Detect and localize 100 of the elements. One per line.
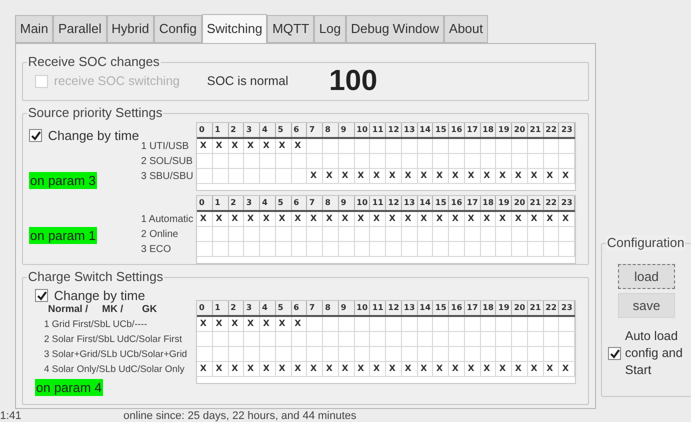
schedule-cell[interactable]: X — [418, 169, 434, 183]
schedule-cell[interactable]: X — [386, 362, 402, 376]
schedule-cell[interactable]: X — [212, 316, 228, 330]
schedule-cell[interactable]: X — [528, 212, 544, 226]
schedule-cell[interactable]: X — [276, 362, 292, 376]
schedule-cell[interactable]: X — [292, 362, 308, 376]
schedule-cell[interactable]: X — [480, 212, 496, 226]
schedule-cell[interactable]: X — [260, 316, 276, 330]
checkmark-icon — [36, 290, 46, 301]
checkbox[interactable] — [35, 289, 48, 302]
schedule-cell[interactable]: X — [354, 362, 370, 376]
schedule-cell[interactable]: X — [528, 362, 544, 376]
schedule-cell[interactable]: X — [197, 362, 213, 376]
schedule-cell[interactable]: X — [480, 362, 496, 376]
schedule-cell[interactable]: X — [496, 362, 512, 376]
schedule-cell[interactable]: X — [244, 139, 260, 153]
schedule-cell[interactable]: X — [386, 212, 402, 226]
schedule-cell[interactable]: X — [544, 212, 560, 226]
column-header: Normal / — [47, 303, 90, 316]
schedule-cell[interactable]: X — [544, 169, 560, 183]
schedule-cell[interactable]: X — [559, 362, 575, 376]
schedule-cell[interactable]: X — [449, 169, 465, 183]
schedule-cell[interactable]: X — [260, 139, 276, 153]
checkbox[interactable] — [608, 347, 621, 360]
schedule-cell[interactable]: X — [370, 362, 386, 376]
schedule-cell[interactable]: X — [292, 212, 308, 226]
schedule-cell[interactable]: X — [228, 362, 244, 376]
tab[interactable]: Debug Window — [346, 15, 444, 43]
schedule-cell[interactable]: X — [307, 362, 323, 376]
tab[interactable]: Log — [314, 15, 346, 43]
tab[interactable]: Config — [154, 15, 202, 43]
schedule-cell[interactable]: X — [323, 169, 339, 183]
schedule-cell[interactable]: X — [449, 362, 465, 376]
schedule-cell[interactable]: X — [464, 169, 480, 183]
schedule-cell[interactable]: X — [512, 169, 528, 183]
schedule-cell[interactable]: X — [496, 212, 512, 226]
schedule-cell[interactable]: X — [260, 212, 276, 226]
schedule-cell[interactable]: X — [228, 139, 244, 153]
schedule-cell[interactable]: X — [402, 169, 418, 183]
schedule-cell[interactable]: X — [402, 212, 418, 226]
schedule-cell[interactable]: X — [528, 169, 544, 183]
checkbox[interactable] — [29, 129, 42, 142]
tab[interactable]: About — [444, 15, 488, 43]
schedule-cell[interactable]: X — [370, 212, 386, 226]
schedule-cell[interactable]: X — [212, 362, 228, 376]
schedule-cell[interactable]: X — [244, 362, 260, 376]
tab[interactable]: Parallel — [53, 15, 107, 43]
schedule-cell[interactable]: X — [212, 139, 228, 153]
schedule-cell[interactable]: X — [276, 139, 292, 153]
schedule-cell[interactable]: X — [480, 169, 496, 183]
schedule-cell[interactable]: X — [464, 212, 480, 226]
schedule-cell[interactable]: X — [496, 169, 512, 183]
schedule-cell[interactable]: X — [512, 212, 528, 226]
tab[interactable]: Switching — [202, 14, 268, 43]
schedule-cell[interactable]: X — [418, 362, 434, 376]
schedule-cell[interactable]: X — [323, 362, 339, 376]
soc-status: SOC is normal — [207, 73, 290, 90]
schedule-cell[interactable]: X — [386, 169, 402, 183]
load-button[interactable]: load — [618, 264, 675, 289]
schedule-cell[interactable]: X — [464, 362, 480, 376]
hour-header: 12 — [386, 196, 402, 210]
schedule-cell[interactable]: X — [402, 362, 418, 376]
schedule-cell[interactable]: X — [292, 139, 308, 153]
schedule-cell[interactable]: X — [370, 169, 386, 183]
schedule-cell[interactable]: X — [338, 212, 354, 226]
schedule-cell[interactable]: X — [354, 212, 370, 226]
schedule-cell[interactable]: X — [338, 362, 354, 376]
status-label: on param 1 — [29, 226, 97, 244]
schedule-cell[interactable]: X — [544, 362, 560, 376]
save-button[interactable]: save — [618, 293, 675, 318]
schedule-cell[interactable]: X — [418, 212, 434, 226]
schedule-cell[interactable]: X — [433, 169, 449, 183]
schedule-cell[interactable]: X — [512, 362, 528, 376]
schedule-cell[interactable]: X — [244, 316, 260, 330]
schedule-cell[interactable]: X — [212, 212, 228, 226]
schedule-cell[interactable]: X — [244, 212, 260, 226]
schedule-cell[interactable]: X — [228, 212, 244, 226]
tab[interactable]: MQTT — [267, 15, 314, 43]
tab[interactable]: Main — [15, 15, 54, 43]
schedule-cell[interactable]: X — [276, 212, 292, 226]
schedule-cell[interactable]: X — [433, 212, 449, 226]
schedule-cell[interactable]: X — [559, 169, 575, 183]
schedule-cell[interactable]: X — [197, 212, 213, 226]
schedule-cell[interactable]: X — [433, 362, 449, 376]
schedule-cell[interactable]: X — [260, 362, 276, 376]
schedule-cell[interactable]: X — [276, 316, 292, 330]
schedule-cell[interactable]: X — [559, 212, 575, 226]
schedule-cell[interactable]: X — [323, 212, 339, 226]
tab[interactable]: Hybrid — [106, 15, 154, 43]
schedule-cell[interactable]: X — [449, 212, 465, 226]
hour-header: 0 — [197, 123, 213, 137]
schedule-cell[interactable]: X — [197, 139, 213, 153]
schedule-cell[interactable]: X — [338, 169, 354, 183]
schedule-cell[interactable]: X — [307, 212, 323, 226]
schedule-cell[interactable]: X — [197, 316, 213, 330]
schedule-cell[interactable]: X — [228, 316, 244, 330]
checkmark-icon — [30, 130, 40, 141]
schedule-cell[interactable]: X — [292, 316, 308, 330]
schedule-cell[interactable]: X — [354, 169, 370, 183]
schedule-cell[interactable]: X — [307, 169, 323, 183]
